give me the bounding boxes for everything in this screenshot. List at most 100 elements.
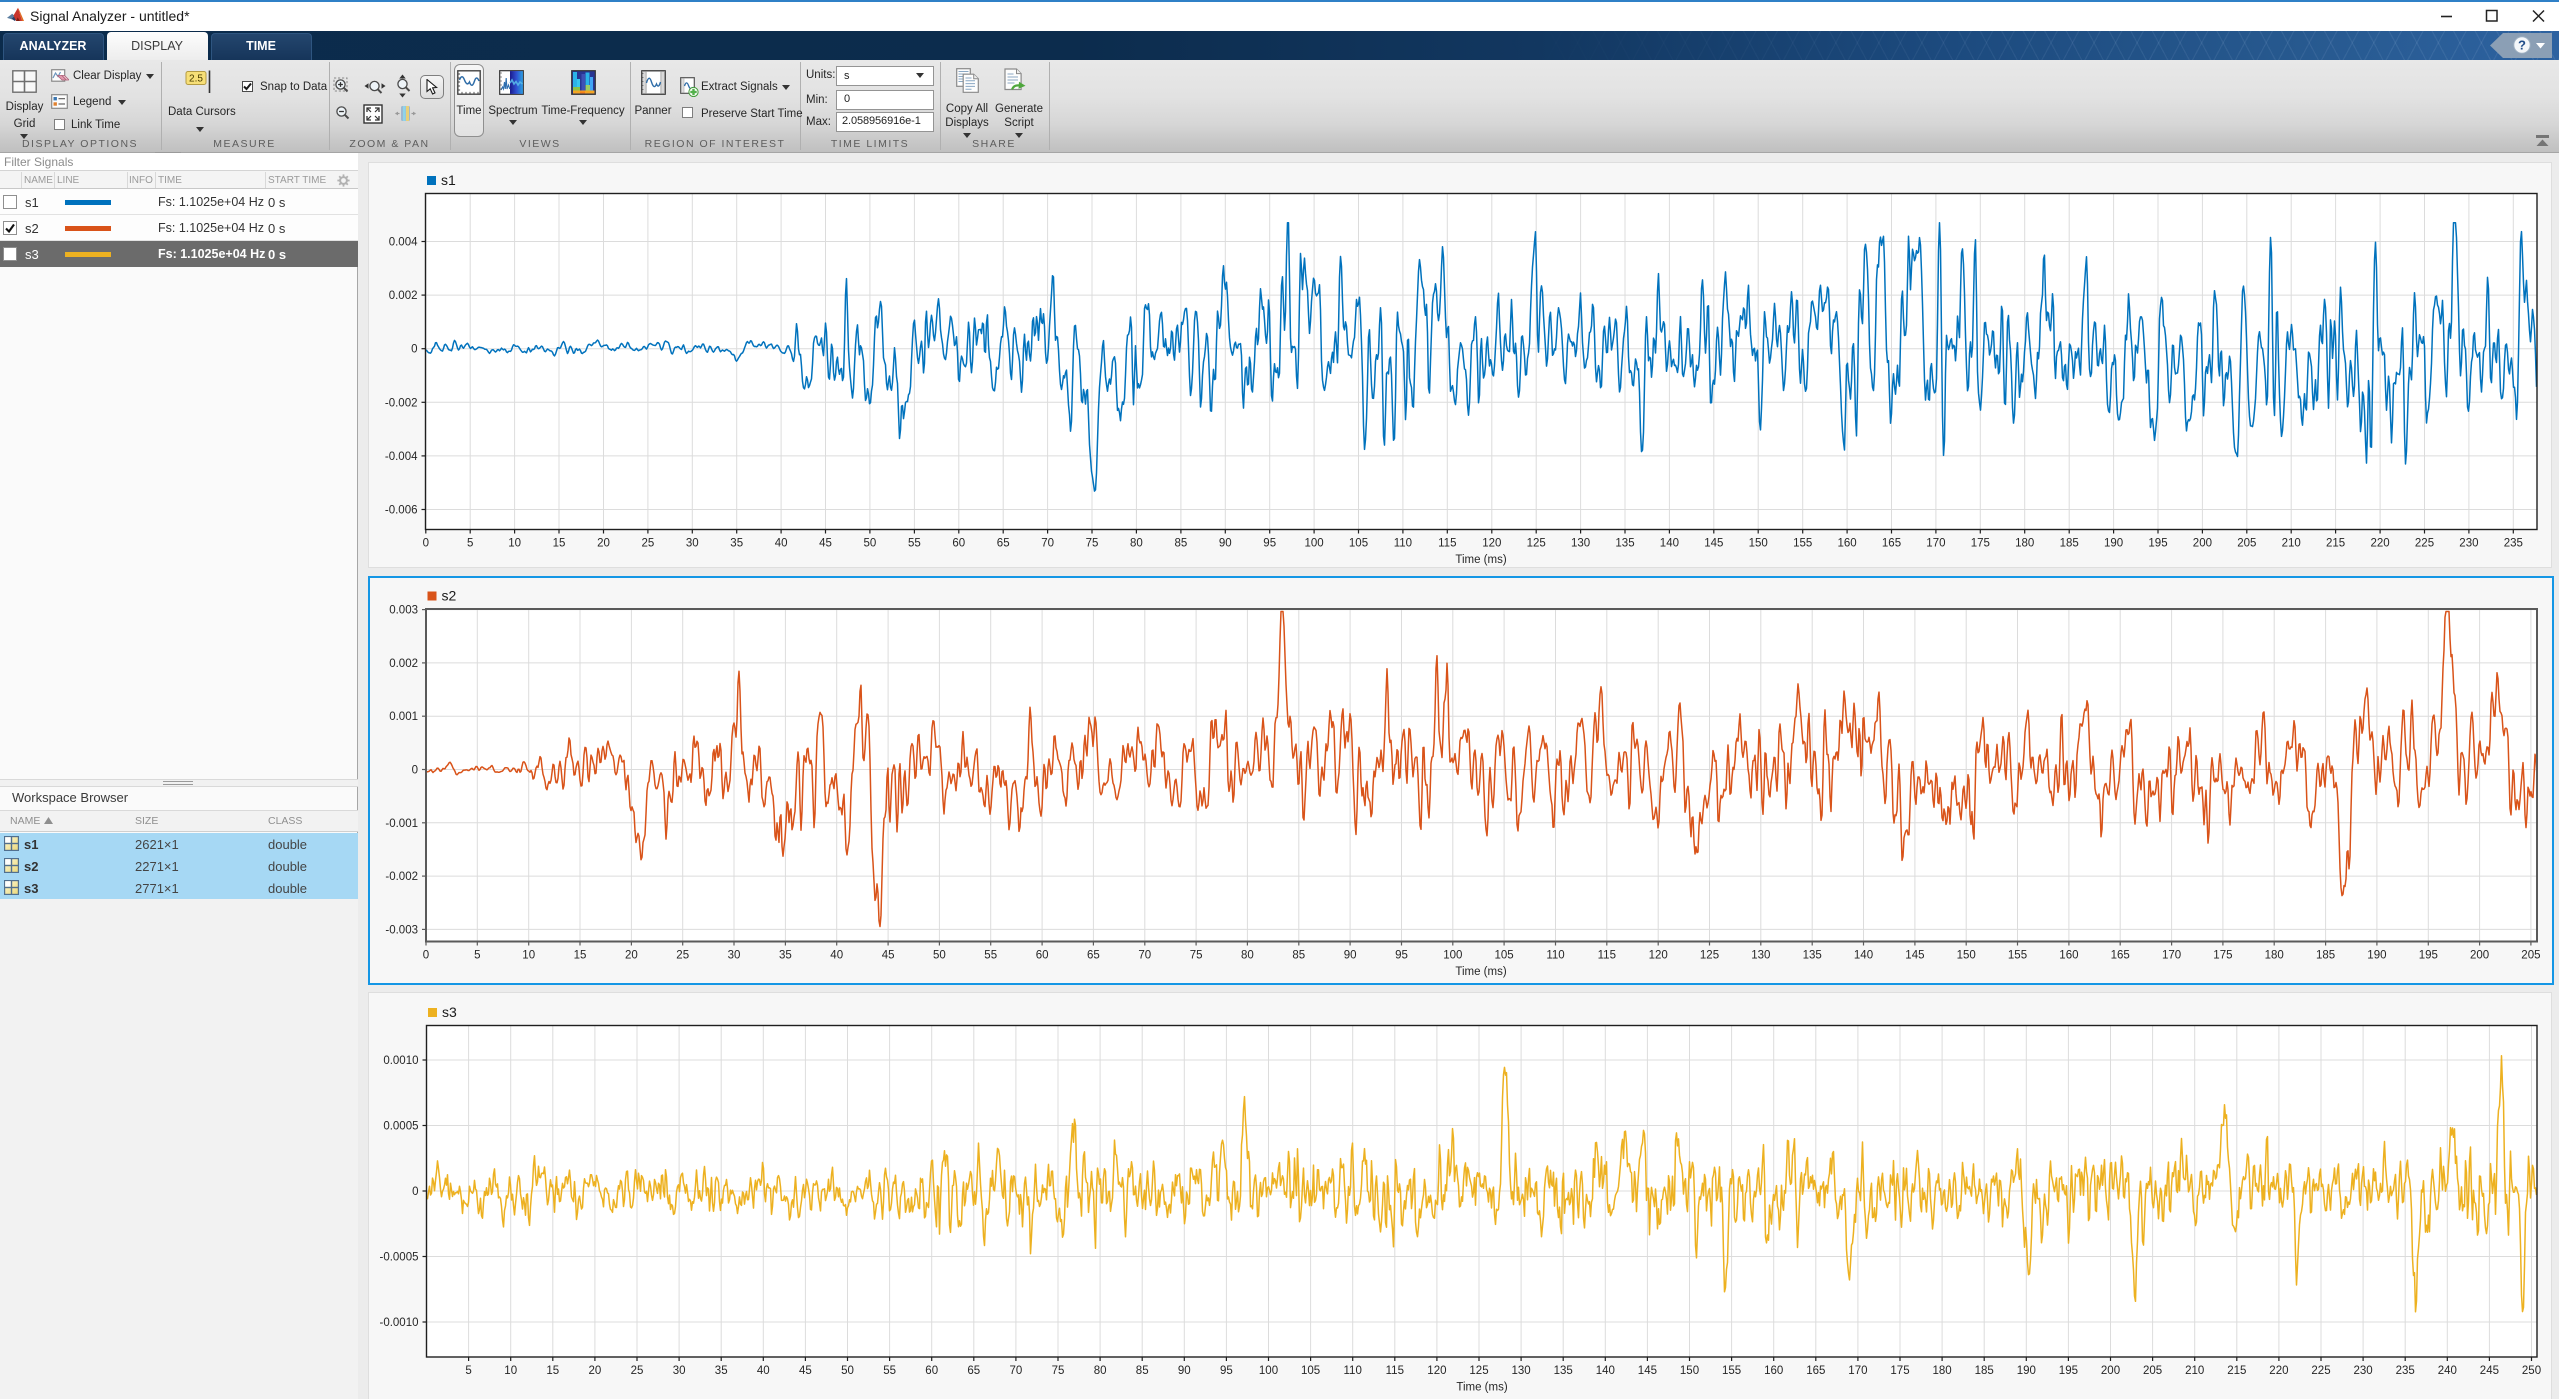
svg-text:0.0010: 0.0010 [383,1055,418,1067]
svg-text:180: 180 [2264,949,2283,961]
svg-text:0: 0 [411,344,417,356]
svg-text:205: 205 [2143,1365,2162,1377]
svg-text:190: 190 [2017,1365,2036,1377]
svg-text:205: 205 [2237,538,2256,550]
svg-text:160: 160 [2059,949,2078,961]
svg-text:0.002: 0.002 [389,657,418,669]
svg-text:25: 25 [642,538,655,550]
svg-text:120: 120 [1427,1365,1446,1377]
svg-text:215: 215 [2326,538,2345,550]
svg-text:0.0005: 0.0005 [383,1121,418,1133]
svg-text:0: 0 [412,1186,418,1198]
svg-text:215: 215 [2227,1365,2246,1377]
svg-text:195: 195 [2148,538,2167,550]
svg-text:235: 235 [2396,1365,2415,1377]
svg-text:135: 135 [1802,949,1821,961]
svg-text:105: 105 [1301,1365,1320,1377]
svg-text:225: 225 [2415,538,2434,550]
svg-text:15: 15 [573,949,586,961]
svg-text:110: 110 [1394,538,1412,550]
svg-text:140: 140 [1596,1365,1615,1377]
svg-text:115: 115 [1438,538,1456,550]
svg-text:150: 150 [1680,1365,1699,1377]
svg-text:110: 110 [1546,949,1564,961]
svg-text:170: 170 [1848,1365,1867,1377]
svg-text:95: 95 [1263,538,1276,550]
svg-text:105: 105 [1494,949,1513,961]
svg-text:115: 115 [1386,1365,1404,1377]
svg-text:65: 65 [967,1365,980,1377]
svg-text:135: 135 [1554,1365,1573,1377]
svg-text:2.5: 2.5 [189,74,203,85]
svg-text:s2: s2 [441,587,456,603]
svg-text:190: 190 [2367,949,2386,961]
svg-text:-0.006: -0.006 [385,505,418,517]
svg-text:120: 120 [1482,538,1501,550]
svg-text:100: 100 [1305,538,1324,550]
svg-text:80: 80 [1241,949,1254,961]
svg-text:Time (ms): Time (ms) [1455,966,1506,978]
svg-text:230: 230 [2459,538,2478,550]
svg-text:155: 155 [1722,1365,1741,1377]
svg-text:145: 145 [1704,538,1723,550]
svg-text:80: 80 [1094,1365,1107,1377]
svg-text:90: 90 [1343,949,1356,961]
svg-text:40: 40 [757,1365,770,1377]
svg-text:160: 160 [1764,1365,1783,1377]
svg-text:40: 40 [830,949,843,961]
svg-text:80: 80 [1130,538,1143,550]
svg-text:85: 85 [1292,949,1305,961]
svg-text:55: 55 [908,538,921,550]
svg-text:75: 75 [1189,949,1202,961]
svg-text:130: 130 [1512,1365,1531,1377]
svg-text:30: 30 [673,1365,686,1377]
svg-text:0.003: 0.003 [389,604,418,616]
svg-text:125: 125 [1699,949,1718,961]
svg-text:185: 185 [2316,949,2335,961]
svg-text:75: 75 [1086,538,1099,550]
svg-text:95: 95 [1395,949,1408,961]
svg-text:15: 15 [546,1365,559,1377]
svg-text:-0.002: -0.002 [385,871,418,883]
svg-text:200: 200 [2193,538,2212,550]
svg-text:165: 165 [2110,949,2129,961]
svg-text:50: 50 [933,949,946,961]
svg-text:55: 55 [883,1365,896,1377]
svg-text:5: 5 [474,949,480,961]
svg-text:65: 65 [1087,949,1100,961]
svg-text:85: 85 [1175,538,1188,550]
svg-text:60: 60 [925,1365,938,1377]
svg-text:180: 180 [1933,1365,1952,1377]
svg-text:70: 70 [1010,1365,1023,1377]
svg-text:5: 5 [467,538,473,550]
svg-text:10: 10 [508,538,521,550]
svg-text:45: 45 [819,538,832,550]
svg-text:s3: s3 [442,1004,457,1020]
svg-text:115: 115 [1597,949,1615,961]
svg-text:65: 65 [997,538,1010,550]
svg-text:20: 20 [597,538,610,550]
svg-text:90: 90 [1219,538,1232,550]
svg-text:250: 250 [2522,1365,2541,1377]
svg-text:Time (ms): Time (ms) [1455,554,1506,566]
svg-text:15: 15 [553,538,566,550]
svg-text:-0.0010: -0.0010 [379,1317,418,1329]
svg-text:0: 0 [411,764,417,776]
svg-text:190: 190 [2104,538,2123,550]
svg-text:25: 25 [631,1365,644,1377]
svg-text:Time (ms): Time (ms) [1456,1382,1507,1394]
svg-text:95: 95 [1220,1365,1233,1377]
svg-text:210: 210 [2282,538,2301,550]
svg-text:100: 100 [1259,1365,1278,1377]
svg-text:10: 10 [504,1365,517,1377]
svg-text:25: 25 [676,949,689,961]
svg-text:35: 35 [715,1365,728,1377]
svg-text:30: 30 [686,538,699,550]
svg-text:0.004: 0.004 [389,237,418,249]
svg-text:165: 165 [1882,538,1901,550]
svg-text:50: 50 [841,1365,854,1377]
svg-text:-0.003: -0.003 [385,924,418,936]
svg-text:35: 35 [730,538,743,550]
svg-text:105: 105 [1349,538,1368,550]
svg-text:30: 30 [727,949,740,961]
